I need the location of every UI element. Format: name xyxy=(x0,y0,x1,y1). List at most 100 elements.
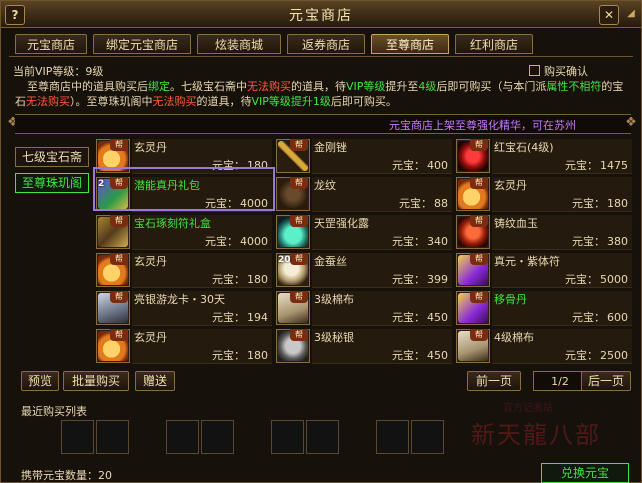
tab-bound-yuanbao-shop[interactable]: 绑定元宝商店 xyxy=(93,34,191,54)
item-slot[interactable]: 帮 xyxy=(276,177,310,211)
item-slot[interactable]: 帮 xyxy=(456,329,490,363)
title-bar[interactable]: ? 元宝商店 ✕ ◢ xyxy=(1,1,641,28)
shop-item[interactable]: 帮红宝石(4级) 元宝： 1475 xyxy=(454,137,634,175)
shop-item[interactable]: 帮 3级棉布元宝： 450 xyxy=(274,289,454,327)
item-slot[interactable]: 帮 20 xyxy=(276,253,310,287)
item-price: 元宝： 1475 xyxy=(565,159,628,172)
exchange-yuanbao-button[interactable]: 兑换元宝 xyxy=(541,463,629,483)
purchase-confirm-label: 购买确认 xyxy=(544,65,588,78)
item-price: 元宝： 450 xyxy=(392,349,448,362)
item-name: 龙纹 xyxy=(314,179,336,192)
item-slot[interactable]: 帮 xyxy=(456,177,490,211)
shop-item[interactable]: 帮龙纹元宝： 88 xyxy=(274,175,454,213)
checkbox-icon[interactable] xyxy=(529,65,540,76)
item-name: 3级秘银 xyxy=(314,331,354,344)
shop-item[interactable]: 帮玄灵丹 元宝： 180 xyxy=(94,251,274,289)
shop-window: ? 元宝商店 ✕ ◢ 元宝商店 绑定元宝商店 炫装商城 返券商店 至尊商店 红利… xyxy=(0,0,642,483)
item-slot[interactable]: 帮 xyxy=(276,215,310,249)
bound-tag: 帮 xyxy=(290,177,308,189)
tab-voucher-shop[interactable]: 返券商店 xyxy=(287,34,365,54)
shop-item[interactable]: 帮亮银游龙卡・30天 元宝： 194 xyxy=(94,289,274,327)
bound-tag: 帮 xyxy=(110,215,128,227)
item-slot[interactable]: 帮 xyxy=(276,329,310,363)
gift-button[interactable]: 赠送 xyxy=(135,371,175,391)
item-price: 元宝： 2500 xyxy=(565,349,628,362)
item-name: 铸纹血玉 xyxy=(494,217,538,230)
shop-item[interactable]: 帮 20 金蚕丝元宝： 399 xyxy=(274,251,454,289)
prev-page-button[interactable]: 前一页 xyxy=(467,371,521,391)
shop-item[interactable]: 帮真元・紫体符 元宝： 5000 xyxy=(454,251,634,289)
tab-divider xyxy=(9,56,633,57)
item-price: 元宝： 450 xyxy=(392,311,448,324)
item-name: 4级棉布 xyxy=(494,331,534,344)
recent-slot[interactable] xyxy=(306,420,339,454)
yuanbao-balance: 携带元宝数量：20 xyxy=(21,469,112,482)
tab-yuanbao-shop[interactable]: 元宝商店 xyxy=(15,34,87,54)
item-count: 20 xyxy=(278,255,291,265)
tab-fashion-mall[interactable]: 炫装商城 xyxy=(197,34,281,54)
shop-item[interactable]: 帮宝石琢刻符礼盒元宝： 4000 xyxy=(94,213,274,251)
recent-slot[interactable] xyxy=(61,420,94,454)
bound-tag: 帮 xyxy=(470,329,488,341)
item-slot[interactable]: 帮 xyxy=(456,139,490,173)
page-indicator-box: 1/2 xyxy=(533,371,587,391)
item-price: 元宝： 180 xyxy=(212,349,268,362)
shop-item[interactable]: 帮铸纹血玉 元宝： 380 xyxy=(454,213,634,251)
window-title: 元宝商店 xyxy=(289,8,353,24)
shop-item[interactable]: 帮移骨丹 元宝： 600 xyxy=(454,289,634,327)
recent-slot[interactable] xyxy=(376,420,409,454)
resize-icon[interactable]: ◢ xyxy=(623,5,639,23)
bound-tag: 帮 xyxy=(290,291,308,303)
item-slot[interactable]: 帮 xyxy=(276,291,310,325)
recent-slot[interactable] xyxy=(411,420,444,454)
bound-tag: 帮 xyxy=(110,329,128,341)
item-price: 元宝： 88 xyxy=(399,197,448,210)
recent-purchases-label: 最近购买列表 xyxy=(21,405,87,418)
item-slot[interactable]: 帮 xyxy=(276,139,310,173)
item-name: 玄灵丹 xyxy=(494,179,527,192)
shop-item[interactable]: 帮玄灵丹元宝： 180 xyxy=(94,327,274,365)
batch-buy-button[interactable]: 批量购买 xyxy=(63,371,129,391)
bound-tag: 帮 xyxy=(470,139,488,151)
recent-slot[interactable] xyxy=(271,420,304,454)
item-price: 元宝： 4000 xyxy=(205,235,268,248)
vip-level: 当前VIP等级：9级 xyxy=(13,65,104,78)
item-name: 宝石琢刻符礼盒 xyxy=(134,217,211,230)
close-button[interactable]: ✕ xyxy=(599,5,619,25)
item-slot[interactable]: 帮 xyxy=(96,329,130,363)
item-name: 金蚕丝 xyxy=(314,255,347,268)
side-tab-seven-gem[interactable]: 七级宝石斋 xyxy=(15,147,89,167)
preview-button[interactable]: 预览 xyxy=(21,371,59,391)
scroll-deco-right-icon: ❖ xyxy=(625,115,637,130)
game-logo-watermark: 官方记者站 新天龍八部 xyxy=(471,403,601,449)
shop-item[interactable]: 帮玄灵丹 元宝： 180 xyxy=(454,175,634,213)
item-slot[interactable]: 帮 xyxy=(96,253,130,287)
item-slot[interactable]: 帮 xyxy=(96,215,130,249)
bound-tag: 帮 xyxy=(470,291,488,303)
item-slot[interactable]: 帮 xyxy=(456,253,490,287)
item-slot[interactable]: 帮 xyxy=(96,291,130,325)
selected-item-highlight xyxy=(93,167,275,211)
tab-bonus-shop[interactable]: 红利商店 xyxy=(455,34,533,54)
bound-tag: 帮 xyxy=(290,253,308,265)
item-price: 元宝： 400 xyxy=(392,159,448,172)
marquee-text: 元宝商店上架至尊强化精华，可在苏州 xyxy=(389,119,576,132)
shop-item[interactable]: 帮 4级棉布元宝： 2500 xyxy=(454,327,634,365)
next-page-button[interactable]: 后一页 xyxy=(581,371,631,391)
item-name: 玄灵丹 xyxy=(134,255,167,268)
item-name: 玄灵丹 xyxy=(134,141,167,154)
recent-slot[interactable] xyxy=(201,420,234,454)
purchase-confirm-checkbox[interactable]: 购买确认 xyxy=(529,63,588,79)
item-slot[interactable]: 帮 xyxy=(456,291,490,325)
recent-slot[interactable] xyxy=(96,420,129,454)
item-price: 元宝： 399 xyxy=(392,273,448,286)
item-slot[interactable]: 帮 xyxy=(456,215,490,249)
item-name: 3级棉布 xyxy=(314,293,354,306)
side-tab-supreme-pavilion[interactable]: 至尊珠玑阁 xyxy=(15,173,89,193)
shop-item[interactable]: 帮天罡强化露 元宝： 340 xyxy=(274,213,454,251)
shop-item[interactable]: 帮 3级秘银元宝： 450 xyxy=(274,327,454,365)
tab-supreme-shop[interactable]: 至尊商店 xyxy=(371,34,449,54)
recent-slot[interactable] xyxy=(166,420,199,454)
item-name: 玄灵丹 xyxy=(134,331,167,344)
shop-item[interactable]: 帮金刚锉 元宝： 400 xyxy=(274,137,454,175)
